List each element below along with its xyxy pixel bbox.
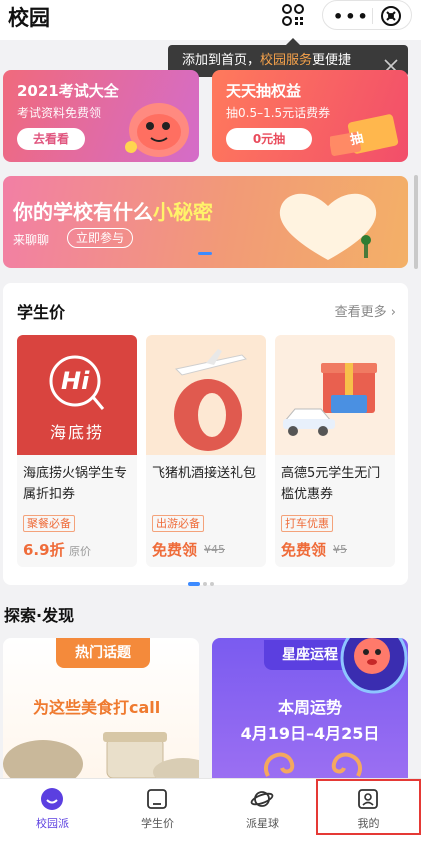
product-original-price: 原价 (69, 545, 91, 558)
carousel-dot (188, 582, 200, 586)
campus-smile-icon (40, 787, 64, 811)
product-tag: 出游必备 (152, 515, 204, 532)
carousel-dot (203, 582, 207, 586)
daily-lottery-card[interactable]: 天天抽权益 抽0.5–1.5元话费券 0元抽 抽 (212, 70, 408, 162)
exam-promo-card[interactable]: 2021考试大全 考试资料免费领 去看看 (3, 70, 199, 162)
product-tag: 聚餐必备 (23, 515, 75, 532)
planet-icon (250, 787, 274, 811)
mascot-illustration (125, 103, 189, 157)
banner-subtitle: 来聊聊 (13, 233, 50, 247)
food-jar-illustration (3, 732, 199, 778)
explore-section-title: 探索·发现 (4, 606, 75, 625)
horoscope-week-label: 本周运势 (277, 698, 342, 717)
haidilao-image: Hi 海底捞 (17, 335, 137, 455)
capsule-divider (372, 8, 373, 24)
tooltip-prefix: 添加到首页， (182, 53, 261, 68)
tooltip-highlight: 校园服务 (260, 53, 313, 68)
section-title: 学生价 (17, 303, 66, 322)
carousel-dot (210, 582, 214, 586)
horoscope-mascot-icon (340, 638, 408, 694)
lottery-ticket-illustration (330, 114, 399, 156)
gift-box-car-illustration (283, 363, 377, 436)
promo-subtitle: 抽0.5–1.5元话费券 (226, 106, 331, 120)
product-info: 高德5元学生无门槛优惠券 打车优惠 免费领 ¥5 (275, 455, 395, 567)
mini-program-capsule: ••• (322, 0, 412, 30)
student-price-section: 学生价 查看更多 › Hi 海底捞 海底捞火锅学生专属折扣券 聚餐必备 6.9折… (3, 283, 408, 586)
product-tag: 打车优惠 (281, 515, 333, 532)
page-title: 校园 (8, 6, 50, 30)
haidilao-brand-text: 海底捞 (49, 423, 104, 442)
promo-title: 2021考试大全 (17, 82, 119, 100)
see-more-link[interactable]: 查看更多 › (335, 301, 396, 320)
tab-campus[interactable]: 校园派 (0, 779, 105, 835)
ram-horns-icon (264, 752, 362, 777)
product-original-price: ¥5 (333, 543, 347, 556)
bottom-tab-bar: 校园派 学生价 派星球 我的 (0, 778, 421, 856)
hot-topic-tag: 热门话题 (56, 638, 150, 668)
horoscope-card[interactable]: 星座运程 本周运势 4月19日–4月25日 (212, 638, 408, 778)
banner-title-prefix: 你的学校有什么 (13, 200, 153, 224)
tooltip-arrow (286, 38, 300, 45)
product-name: 飞猪机酒接送礼包 (152, 466, 257, 481)
scrollbar[interactable] (414, 175, 418, 269)
product-card-haidilao[interactable]: Hi 海底捞 海底捞火锅学生专属折扣券 聚餐必备 6.9折 原价 (17, 335, 137, 567)
profile-card-icon (356, 787, 380, 811)
product-price: 免费领 (281, 541, 327, 559)
hot-topic-text: 为这些美食打call (33, 698, 161, 717)
close-circle-icon[interactable] (379, 4, 403, 28)
product-card-amap[interactable]: 高德5元学生无门槛优惠券 打车优惠 免费领 ¥5 (275, 335, 395, 567)
product-name: 高德5元学生无门槛优惠券 (281, 466, 381, 502)
tab-planet[interactable]: 派星球 (210, 779, 315, 835)
fliggy-image (146, 335, 266, 455)
banner-title: 你的学校有什么小秘密 (13, 196, 213, 225)
product-original-price: ¥45 (204, 543, 225, 556)
haidilao-logo-text: Hi (61, 367, 90, 395)
banner-page-indicator (198, 252, 212, 255)
product-info: 飞猪机酒接送礼包 出游必备 免费领 ¥45 (146, 455, 266, 567)
product-name: 海底捞火锅学生专属折扣券 (23, 466, 128, 502)
free-draw-button[interactable]: 0元抽 (226, 128, 312, 150)
tab-label: 学生价 (141, 817, 174, 830)
tab-label: 校园派 (36, 817, 69, 830)
tab-student-price[interactable]: 学生价 (105, 779, 210, 835)
promo-title: 天天抽权益 (226, 82, 302, 100)
tab-label: 派星球 (246, 817, 279, 830)
join-now-button[interactable]: 立即参与 (67, 228, 133, 248)
promo-subtitle: 考试资料免费领 (17, 106, 102, 120)
tooltip-suffix: 更便捷 (312, 53, 352, 68)
tab-label: 我的 (357, 817, 380, 830)
carousel-indicator (188, 571, 217, 590)
product-price: 免费领 (152, 541, 198, 559)
go-see-button[interactable]: 去看看 (17, 128, 85, 150)
heart-illustration (279, 193, 377, 260)
horoscope-date-range: 4月19日–4月25日 (240, 724, 380, 743)
airplane-ring-illustration (174, 349, 247, 451)
product-price: 6.9折 (23, 541, 65, 559)
product-info: 海底捞火锅学生专属折扣券 聚餐必备 6.9折 原价 (17, 455, 137, 567)
scan-icon[interactable] (280, 2, 306, 28)
coupon-icon (145, 787, 169, 811)
tooltip-close-icon[interactable] (384, 54, 398, 73)
hot-topic-card[interactable]: 热门话题 为这些美食打call (3, 638, 199, 778)
tab-mine[interactable]: 我的 (316, 779, 421, 835)
product-card-fliggy[interactable]: 飞猪机酒接送礼包 出游必备 免费领 ¥45 (146, 335, 266, 567)
amap-image (275, 335, 395, 455)
top-bar: 校园 ••• (0, 0, 421, 40)
more-menu-icon[interactable]: ••• (333, 7, 370, 26)
banner-title-highlight: 小秘密 (153, 200, 213, 224)
